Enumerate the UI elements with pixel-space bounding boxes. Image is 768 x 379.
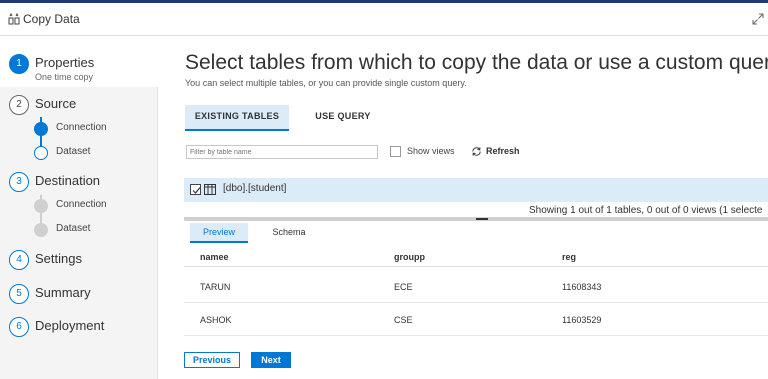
step-label: Source bbox=[35, 96, 77, 111]
step-label: Destination bbox=[35, 173, 101, 188]
expand-icon[interactable] bbox=[752, 13, 764, 25]
column-header: groupp bbox=[394, 252, 425, 262]
step-label: Summary bbox=[35, 285, 91, 300]
splitter-handle[interactable] bbox=[476, 218, 488, 220]
substep-label: Dataset bbox=[56, 223, 91, 234]
step-sublabel: One time copy bbox=[35, 72, 94, 82]
substep-current-dot bbox=[34, 146, 48, 160]
grid-cell: 11603529 bbox=[562, 315, 602, 325]
substep-label: Connection bbox=[56, 199, 107, 210]
title-bar: Copy Data bbox=[0, 3, 768, 36]
substep-destination-dataset[interactable]: Dataset bbox=[0, 219, 158, 241]
step-deployment[interactable]: 6 Deployment bbox=[0, 315, 158, 339]
table-row: TARUN ECE 11608343 bbox=[184, 271, 768, 303]
tab-existing-tables[interactable]: EXISTING TABLES bbox=[185, 105, 289, 131]
column-header: reg bbox=[562, 252, 577, 262]
step-properties[interactable]: 1 Properties One time copy bbox=[0, 37, 158, 87]
table-list-row[interactable]: [dbo].[student] bbox=[184, 178, 768, 202]
substep-complete-dot bbox=[34, 122, 48, 136]
step-summary[interactable]: 5 Summary bbox=[0, 282, 158, 306]
step-number-badge: 4 bbox=[9, 250, 29, 270]
substep-pending-dot bbox=[34, 223, 48, 237]
table-name: [dbo].[student] bbox=[223, 183, 287, 194]
grid-cell: CSE bbox=[394, 315, 413, 325]
substep-label: Connection bbox=[56, 122, 107, 133]
substep-label: Dataset bbox=[56, 146, 91, 157]
panel-splitter[interactable] bbox=[184, 217, 768, 221]
table-row: ASHOK CSE 11603529 bbox=[184, 304, 768, 336]
refresh-icon bbox=[472, 147, 481, 156]
grid-cell: ECE bbox=[394, 282, 413, 292]
window-title: Copy Data bbox=[23, 12, 80, 26]
grid-cell: TARUN bbox=[200, 282, 231, 292]
step-label: Settings bbox=[35, 251, 82, 266]
table-filter-input[interactable] bbox=[186, 145, 378, 159]
selection-status-text: Showing 1 out of 1 tables, 0 out of 0 vi… bbox=[529, 205, 763, 216]
grid-header-row: namee groupp reg bbox=[184, 247, 768, 267]
wizard-sidebar: 1 Properties One time copy 2 Source Conn… bbox=[0, 37, 158, 379]
page-description: You can select multiple tables, or you c… bbox=[185, 78, 467, 88]
step-label: Deployment bbox=[35, 318, 105, 333]
table-row-partial bbox=[184, 339, 768, 344]
column-header: namee bbox=[200, 252, 229, 262]
table-icon bbox=[204, 184, 216, 195]
show-views-label: Show views bbox=[407, 146, 455, 156]
show-views-checkbox[interactable] bbox=[390, 146, 401, 157]
step-number-badge: 5 bbox=[9, 284, 29, 304]
page-title: Select tables from which to copy the dat… bbox=[185, 51, 768, 74]
step-label: Properties bbox=[35, 55, 95, 70]
tab-use-query[interactable]: USE QUERY bbox=[297, 105, 389, 131]
substep-destination-connection[interactable]: Connection bbox=[0, 195, 158, 217]
refresh-label: Refresh bbox=[486, 146, 520, 156]
step-number-badge: 6 bbox=[9, 317, 29, 337]
tab-preview[interactable]: Preview bbox=[190, 223, 248, 243]
step-number-badge: 3 bbox=[9, 172, 29, 192]
substep-source-dataset[interactable]: Dataset bbox=[0, 142, 158, 164]
tab-schema[interactable]: Schema bbox=[260, 223, 318, 243]
next-button[interactable]: Next bbox=[251, 352, 291, 368]
substep-pending-dot bbox=[34, 199, 48, 213]
step-number-badge: 2 bbox=[9, 95, 29, 115]
step-settings[interactable]: 4 Settings bbox=[0, 248, 158, 272]
copy-data-icon bbox=[8, 13, 20, 25]
step-number-badge: 1 bbox=[9, 54, 29, 74]
main-panel: Select tables from which to copy the dat… bbox=[159, 37, 768, 379]
substep-source-connection[interactable]: Connection bbox=[0, 118, 158, 140]
step-source[interactable]: 2 Source bbox=[0, 93, 158, 117]
previous-button[interactable]: Previous bbox=[184, 352, 240, 368]
table-select-checkbox[interactable] bbox=[190, 184, 201, 195]
checkmark-icon bbox=[192, 187, 201, 194]
grid-cell: ASHOK bbox=[200, 315, 232, 325]
step-destination[interactable]: 3 Destination bbox=[0, 170, 158, 194]
grid-cell: 11608343 bbox=[562, 282, 602, 292]
